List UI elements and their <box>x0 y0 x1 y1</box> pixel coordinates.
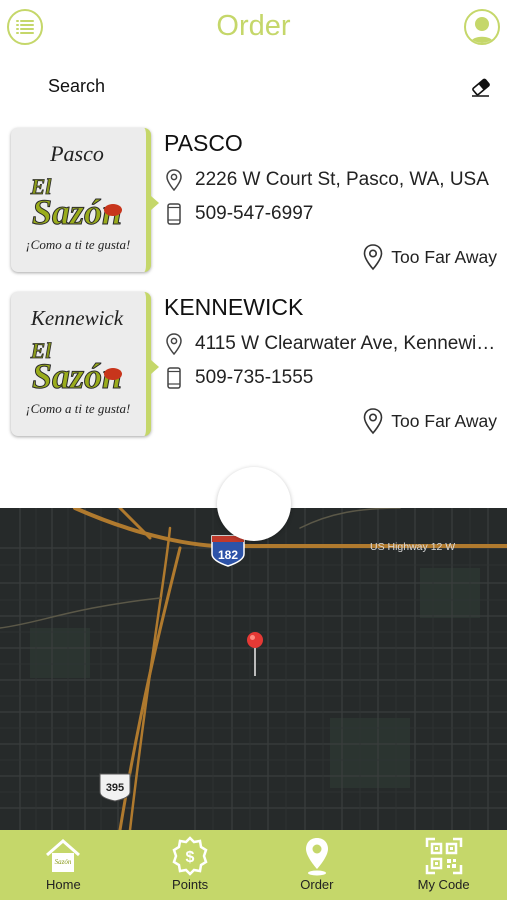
highway-395-shield: 395 <box>99 773 131 802</box>
distance-text: Too Far Away <box>391 410 497 431</box>
store-address[interactable]: 4115 W Clearwater Ave, Kennewick, WA, US… <box>164 330 499 358</box>
map-park <box>30 568 480 788</box>
map-marker-icon <box>166 169 182 192</box>
map-pin <box>247 632 263 676</box>
store-logo: Kennewick El Sazón ¡Como a ti te gusta! <box>11 292 159 436</box>
page-title: Order <box>216 10 291 42</box>
address-text: 2226 W Court St, Pasco, WA, USA <box>195 169 489 190</box>
distance-status: Too Far Away <box>362 406 497 436</box>
highway-label: US Highway 12 W <box>370 541 455 553</box>
mobile-phone-icon <box>167 203 181 225</box>
tab-home[interactable]: Sazón Home <box>0 830 127 900</box>
map-drag-handle[interactable] <box>217 467 291 541</box>
store-phone[interactable]: 509-735-1555 <box>164 364 499 392</box>
search-bar <box>0 66 507 106</box>
location-pin-icon <box>363 244 383 271</box>
distance-status: Too Far Away <box>362 242 497 272</box>
store-phone[interactable]: 509-547-6997 <box>164 200 499 228</box>
tab-order-label: Order <box>300 877 334 892</box>
address-text: 4115 W Clearwater Ave, Kennewick, WA, US… <box>195 333 499 354</box>
bottom-tab-bar: Sazón Home $ Points Order My Code <box>0 830 507 900</box>
svg-text:$: $ <box>186 849 195 866</box>
tab-my-code[interactable]: My Code <box>380 830 507 900</box>
location-pin-icon <box>305 838 328 876</box>
svg-text:Sazón: Sazón <box>55 858 72 866</box>
tab-home-label: Home <box>46 877 81 892</box>
shield-182-text: 182 <box>218 548 238 562</box>
tab-points-label: Points <box>172 877 209 892</box>
store-logo: Pasco El Sazón ¡Como a ti te gusta! <box>11 128 159 272</box>
tab-points[interactable]: $ Points <box>127 830 254 900</box>
profile-button[interactable] <box>464 9 500 45</box>
home-icon: Sazón <box>46 839 81 872</box>
logo-city: Pasco <box>49 141 104 166</box>
highway-182-shield: 182 <box>211 535 245 567</box>
logo-tagline: ¡Como a ti te gusta! <box>26 237 131 252</box>
tab-order[interactable]: Order <box>254 830 381 900</box>
tab-my-code-label: My Code <box>417 877 470 892</box>
eraser-icon <box>472 78 490 97</box>
mobile-phone-icon <box>167 367 181 389</box>
search-input[interactable] <box>48 70 448 102</box>
clear-search-button[interactable] <box>469 75 493 99</box>
distance-text: Too Far Away <box>391 246 497 267</box>
map-marker-icon <box>166 333 182 356</box>
location-pin-icon <box>363 408 383 435</box>
store-name: KENNEWICK <box>164 294 304 320</box>
logo-tagline: ¡Como a ti te gusta! <box>26 401 131 416</box>
phone-text: 509-547-6997 <box>195 203 314 224</box>
store-card[interactable]: Pasco El Sazón ¡Como a ti te gusta! PASC… <box>0 126 507 276</box>
points-icon: $ <box>172 836 208 876</box>
map-view[interactable]: 182 US Highway 12 W 395 <box>0 508 507 830</box>
shield-395-text: 395 <box>106 782 124 794</box>
store-name: PASCO <box>164 130 243 156</box>
qr-code-icon <box>425 837 462 875</box>
header: Order <box>0 0 507 58</box>
logo-city: Kennewick <box>30 306 124 330</box>
store-card[interactable]: Kennewick El Sazón ¡Como a ti te gusta! … <box>0 290 507 440</box>
store-address[interactable]: 2226 W Court St, Pasco, WA, USA <box>164 166 499 194</box>
phone-text: 509-735-1555 <box>195 367 314 388</box>
